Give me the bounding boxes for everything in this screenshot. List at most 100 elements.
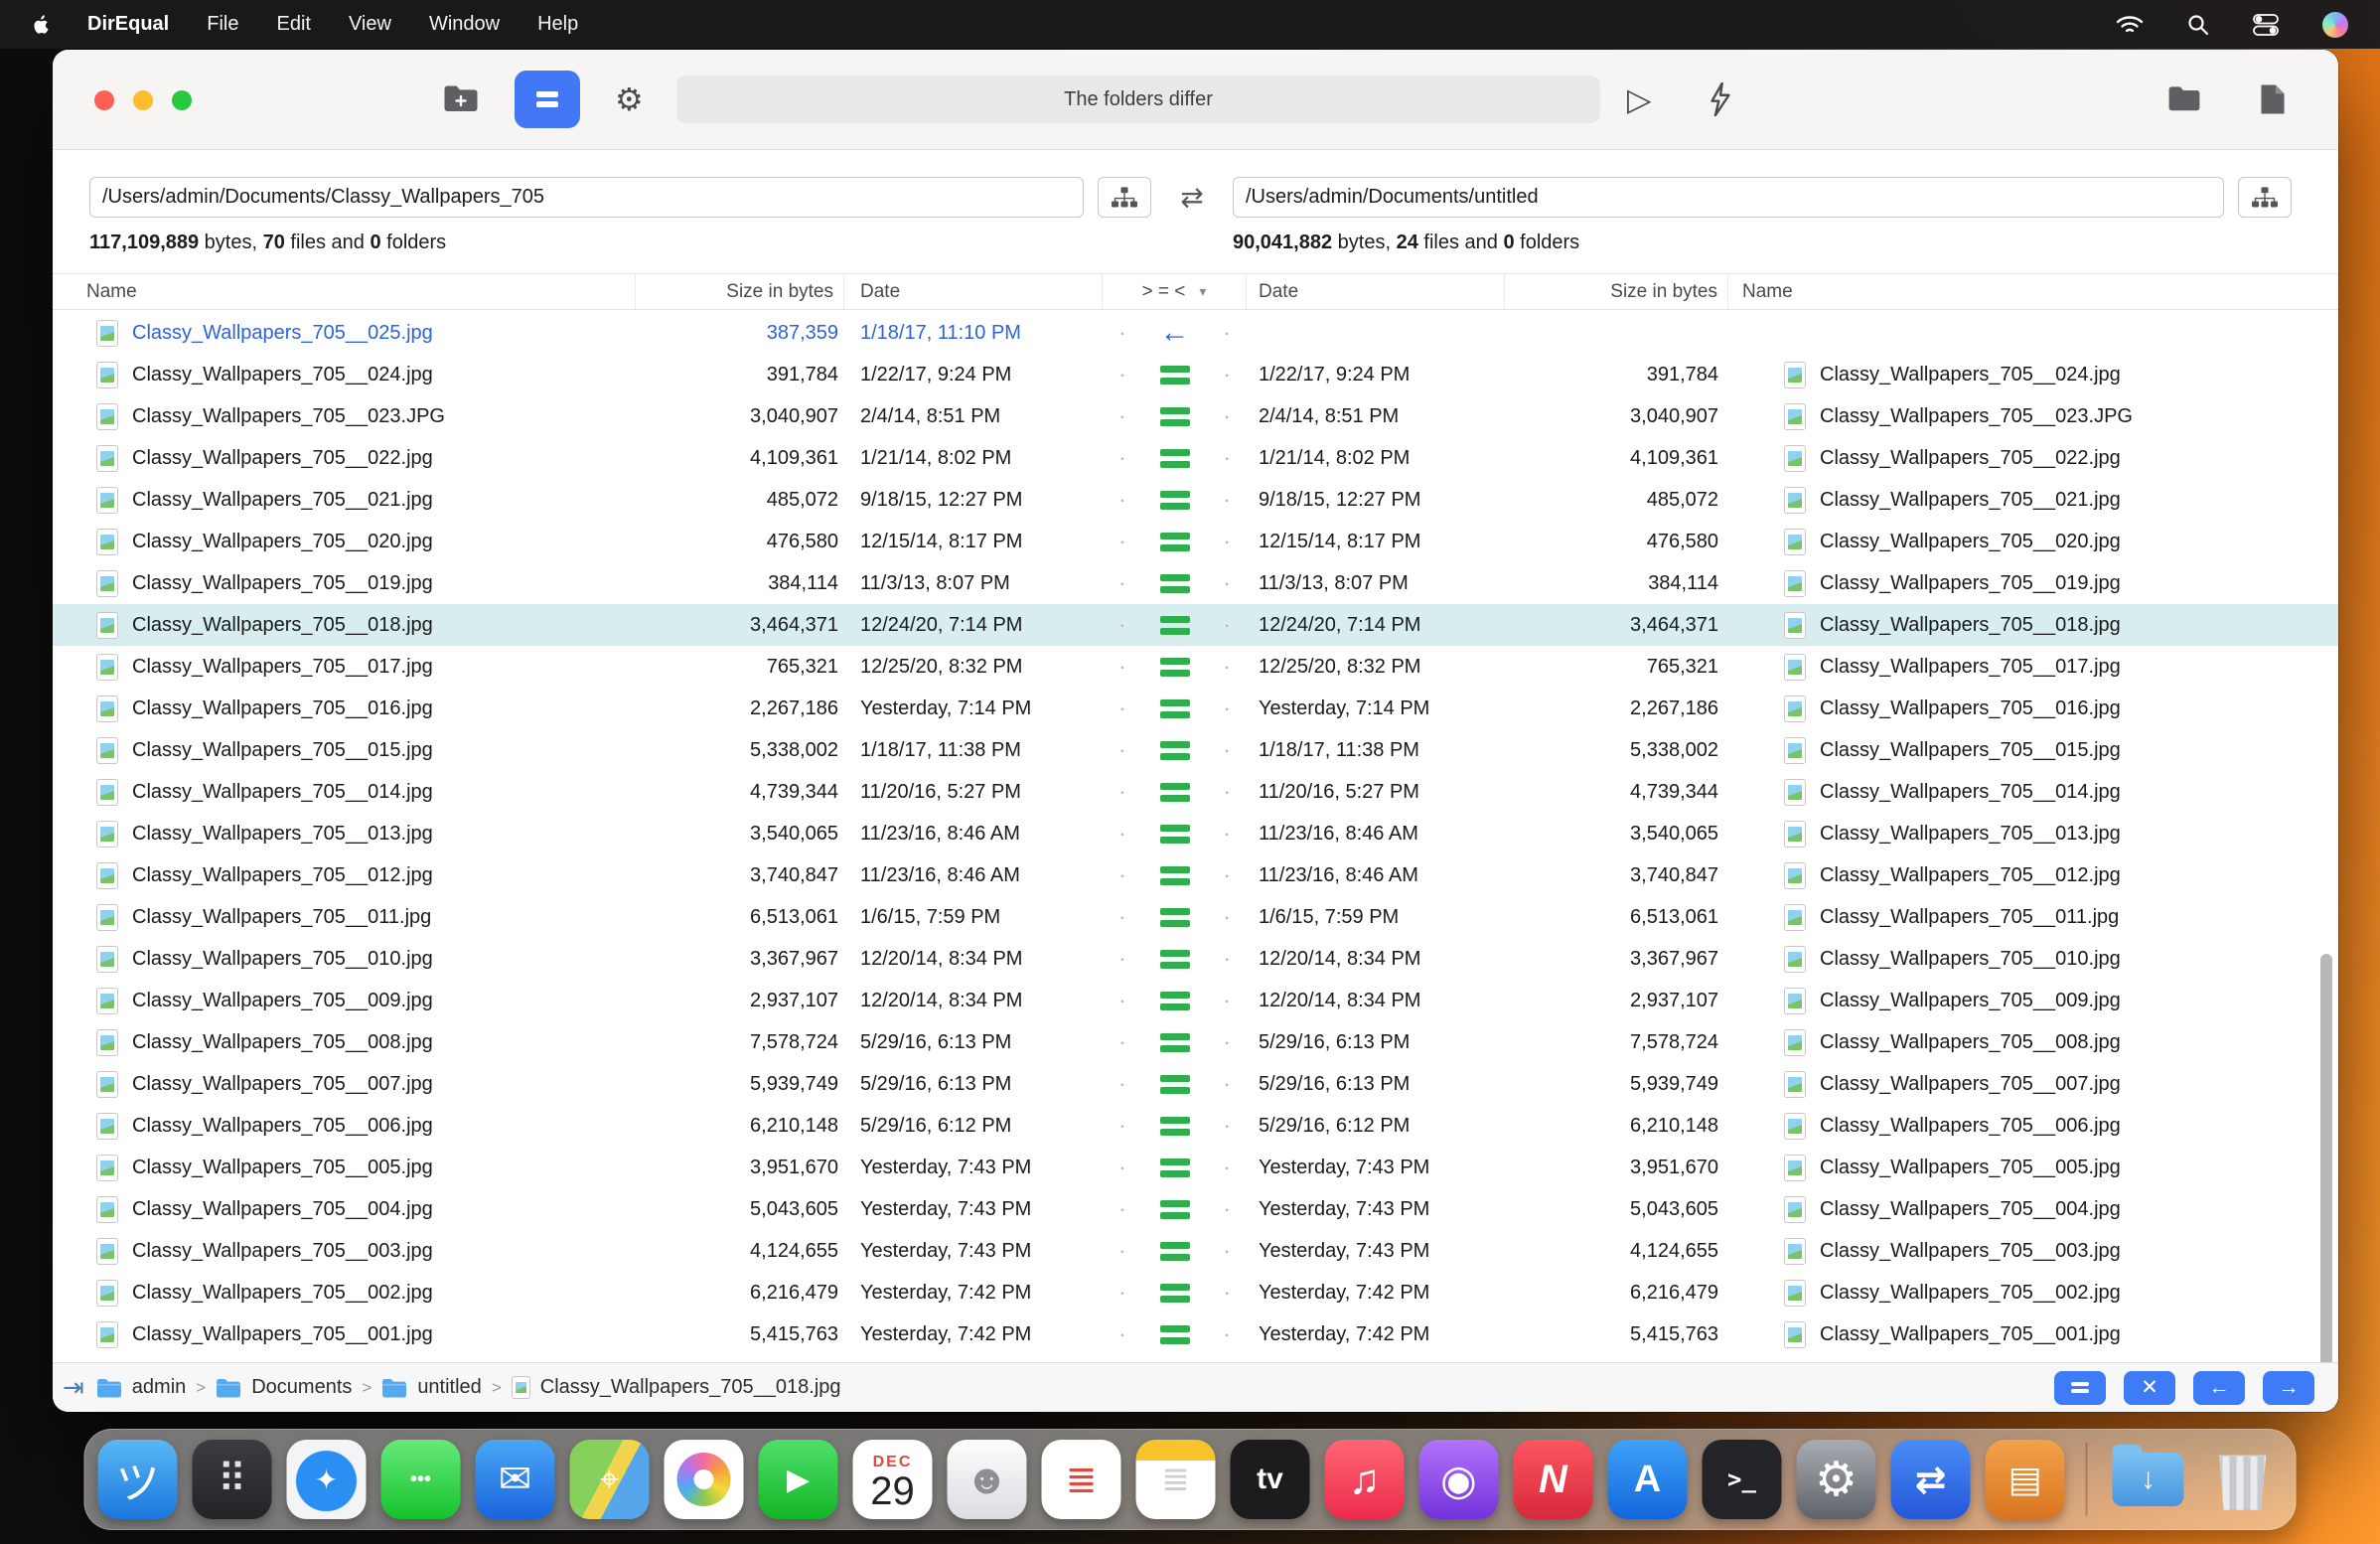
dock-system-settings-icon[interactable]: ⚙ bbox=[1796, 1440, 1876, 1519]
table-row[interactable]: Classy_Wallpapers_705__006.jpg 6,210,148… bbox=[53, 1105, 2338, 1147]
dock-news-icon[interactable]: N bbox=[1513, 1440, 1593, 1519]
header-left-date[interactable]: Date bbox=[844, 274, 1103, 309]
table-row[interactable]: Classy_Wallpapers_705__019.jpg 384,114 1… bbox=[53, 562, 2338, 604]
menu-view[interactable]: View bbox=[349, 13, 391, 36]
table-row[interactable]: Classy_Wallpapers_705__007.jpg 5,939,749… bbox=[53, 1063, 2338, 1105]
dock-podcasts-icon[interactable]: ◉ bbox=[1418, 1440, 1499, 1519]
table-row[interactable]: Classy_Wallpapers_705__003.jpg 4,124,655… bbox=[53, 1230, 2338, 1272]
dock-photos-icon[interactable] bbox=[664, 1440, 744, 1519]
table-row[interactable]: Classy_Wallpapers_705__004.jpg 5,043,605… bbox=[53, 1188, 2338, 1230]
dock-mail-icon[interactable]: ✉ bbox=[475, 1440, 555, 1519]
table-row[interactable]: Classy_Wallpapers_705__021.jpg 485,072 9… bbox=[53, 479, 2338, 521]
dock-finder-icon[interactable]: ツ bbox=[97, 1440, 178, 1519]
menu-window[interactable]: Window bbox=[429, 13, 500, 36]
table-row[interactable]: Classy_Wallpapers_705__014.jpg 4,739,344… bbox=[53, 771, 2338, 813]
vertical-scrollbar[interactable] bbox=[2320, 954, 2332, 1366]
table-row[interactable]: Classy_Wallpapers_705__009.jpg 2,937,107… bbox=[53, 980, 2338, 1021]
left-file-date: 1/18/17, 11:38 PM bbox=[860, 738, 1021, 761]
dock-maps-icon[interactable]: ⌖ bbox=[569, 1440, 650, 1519]
left-browse-tree-button[interactable] bbox=[1098, 177, 1151, 218]
reveal-folder-button[interactable] bbox=[2166, 85, 2202, 113]
table-row[interactable]: Classy_Wallpapers_705__008.jpg 7,578,724… bbox=[53, 1021, 2338, 1063]
table-row[interactable]: Classy_Wallpapers_705__013.jpg 3,540,065… bbox=[53, 813, 2338, 854]
dock-text-editor-icon[interactable]: ▤ bbox=[1985, 1440, 2065, 1519]
table-row[interactable]: Classy_Wallpapers_705__002.jpg 6,216,479… bbox=[53, 1272, 2338, 1313]
search-icon[interactable] bbox=[2187, 14, 2209, 36]
swap-sides-button[interactable]: ⇄ bbox=[1161, 177, 1223, 218]
settings-gear-button[interactable]: ⚙ bbox=[615, 80, 644, 118]
breadcrumb-item[interactable]: admin bbox=[96, 1376, 186, 1399]
minimize-button[interactable] bbox=[133, 90, 153, 110]
menu-help[interactable]: Help bbox=[537, 13, 578, 36]
goto-selection-icon[interactable]: ⇥ bbox=[63, 1372, 84, 1403]
dock-launchpad-icon[interactable]: ⠿ bbox=[192, 1440, 272, 1519]
menu-edit[interactable]: Edit bbox=[276, 13, 310, 36]
dock-terminal-icon[interactable]: >_ bbox=[1702, 1440, 1782, 1519]
table-row[interactable]: Classy_Wallpapers_705__023.JPG 3,040,907… bbox=[53, 395, 2338, 437]
dock-reminders-icon[interactable]: ≣ bbox=[1041, 1440, 1121, 1519]
header-right-name[interactable]: Name bbox=[1728, 274, 2338, 309]
dock-messages-icon[interactable]: ••• bbox=[380, 1440, 461, 1519]
breadcrumb-item[interactable]: untitled bbox=[381, 1376, 482, 1399]
siri-icon[interactable] bbox=[2322, 11, 2348, 38]
new-comparison-folder-button[interactable] bbox=[442, 84, 480, 114]
header-right-date[interactable]: Date bbox=[1247, 274, 1505, 309]
control-center-icon[interactable] bbox=[2253, 13, 2279, 36]
table-row[interactable]: Classy_Wallpapers_705__005.jpg 3,951,670… bbox=[53, 1147, 2338, 1188]
right-browse-tree-button[interactable] bbox=[2238, 177, 2292, 218]
table-row[interactable]: Classy_Wallpapers_705__016.jpg 2,267,186… bbox=[53, 688, 2338, 729]
dock-notes-icon[interactable]: ≣ bbox=[1135, 1440, 1216, 1519]
dock-safari-icon[interactable]: ✦ bbox=[286, 1440, 367, 1519]
copy-right-button[interactable]: → bbox=[2263, 1370, 2314, 1405]
table-row[interactable]: Classy_Wallpapers_705__020.jpg 476,580 1… bbox=[53, 521, 2338, 562]
header-left-size[interactable]: Size in bytes bbox=[636, 274, 844, 309]
header-right-size[interactable]: Size in bytes bbox=[1505, 274, 1728, 309]
zoom-button[interactable] bbox=[172, 90, 192, 110]
left-file-name: Classy_Wallpapers_705__023.JPG bbox=[132, 404, 445, 427]
dock-calendar-icon[interactable]: DEC 29 bbox=[852, 1440, 933, 1519]
report-document-button[interactable] bbox=[2260, 83, 2286, 115]
dock-contacts-icon[interactable]: ☻ bbox=[947, 1440, 1027, 1519]
dock-downloads-icon[interactable]: ↓ bbox=[2109, 1440, 2188, 1519]
right-file-name: Classy_Wallpapers_705__007.jpg bbox=[1820, 1072, 2121, 1095]
right-stats-text: 90,041,882 bytes, 24 files and 0 folders bbox=[1233, 232, 1580, 253]
dock-music-icon[interactable]: ♫ bbox=[1324, 1440, 1405, 1519]
header-compare[interactable]: > = < ▾ bbox=[1103, 274, 1247, 309]
table-row[interactable]: Classy_Wallpapers_705__025.jpg 387,359 1… bbox=[53, 312, 2338, 354]
quick-sync-button[interactable] bbox=[1710, 82, 1731, 116]
wifi-icon[interactable] bbox=[2116, 15, 2144, 35]
left-file-name: Classy_Wallpapers_705__003.jpg bbox=[132, 1239, 433, 1262]
menu-file[interactable]: File bbox=[207, 13, 238, 36]
copy-left-button[interactable]: ← bbox=[2193, 1370, 2245, 1405]
table-row[interactable]: Classy_Wallpapers_705__018.jpg 3,464,371… bbox=[53, 604, 2338, 646]
dock-app-store-icon[interactable]: A bbox=[1607, 1440, 1688, 1519]
table-row[interactable]: Classy_Wallpapers_705__011.jpg 6,513,061… bbox=[53, 896, 2338, 938]
dock-facetime-icon[interactable]: ▶ bbox=[758, 1440, 838, 1519]
table-row[interactable]: Classy_Wallpapers_705__012.jpg 3,740,847… bbox=[53, 854, 2338, 896]
run-comparison-button[interactable]: ▷ bbox=[1627, 80, 1652, 118]
left-path-input[interactable] bbox=[89, 177, 1084, 218]
dock-apple-tv-icon[interactable]: tv bbox=[1230, 1440, 1310, 1519]
table-row[interactable]: Classy_Wallpapers_705__022.jpg 4,109,361… bbox=[53, 437, 2338, 479]
menu-app-name[interactable]: DirEqual bbox=[87, 13, 169, 36]
breadcrumb-item[interactable]: Documents bbox=[216, 1376, 352, 1399]
image-file-icon bbox=[96, 695, 118, 722]
header-left-name[interactable]: Name bbox=[53, 274, 636, 309]
breadcrumb-item[interactable]: Classy_Wallpapers_705__018.jpg bbox=[511, 1376, 841, 1399]
dot-right: · bbox=[1223, 1280, 1231, 1305]
right-path-input[interactable] bbox=[1233, 177, 2224, 218]
show-different-filter-button[interactable]: ✕ bbox=[2124, 1370, 2175, 1405]
dock-trash-icon[interactable] bbox=[2203, 1440, 2283, 1519]
dock-direqual-icon[interactable]: ⇄ bbox=[1890, 1440, 1971, 1519]
apple-menu-icon[interactable] bbox=[32, 14, 50, 36]
show-equal-filter-button[interactable] bbox=[2054, 1370, 2106, 1405]
table-row[interactable]: Classy_Wallpapers_705__001.jpg 5,415,763… bbox=[53, 1313, 2338, 1355]
dot-left: · bbox=[1118, 1196, 1126, 1221]
compare-view-toggle-button[interactable] bbox=[515, 71, 580, 128]
table-row[interactable]: Classy_Wallpapers_705__015.jpg 5,338,002… bbox=[53, 729, 2338, 771]
finder-glyph: ツ bbox=[115, 1460, 160, 1508]
table-row[interactable]: Classy_Wallpapers_705__010.jpg 3,367,967… bbox=[53, 938, 2338, 980]
table-row[interactable]: Classy_Wallpapers_705__024.jpg 391,784 1… bbox=[53, 354, 2338, 395]
table-row[interactable]: Classy_Wallpapers_705__017.jpg 765,321 1… bbox=[53, 646, 2338, 688]
close-button[interactable] bbox=[94, 90, 114, 110]
